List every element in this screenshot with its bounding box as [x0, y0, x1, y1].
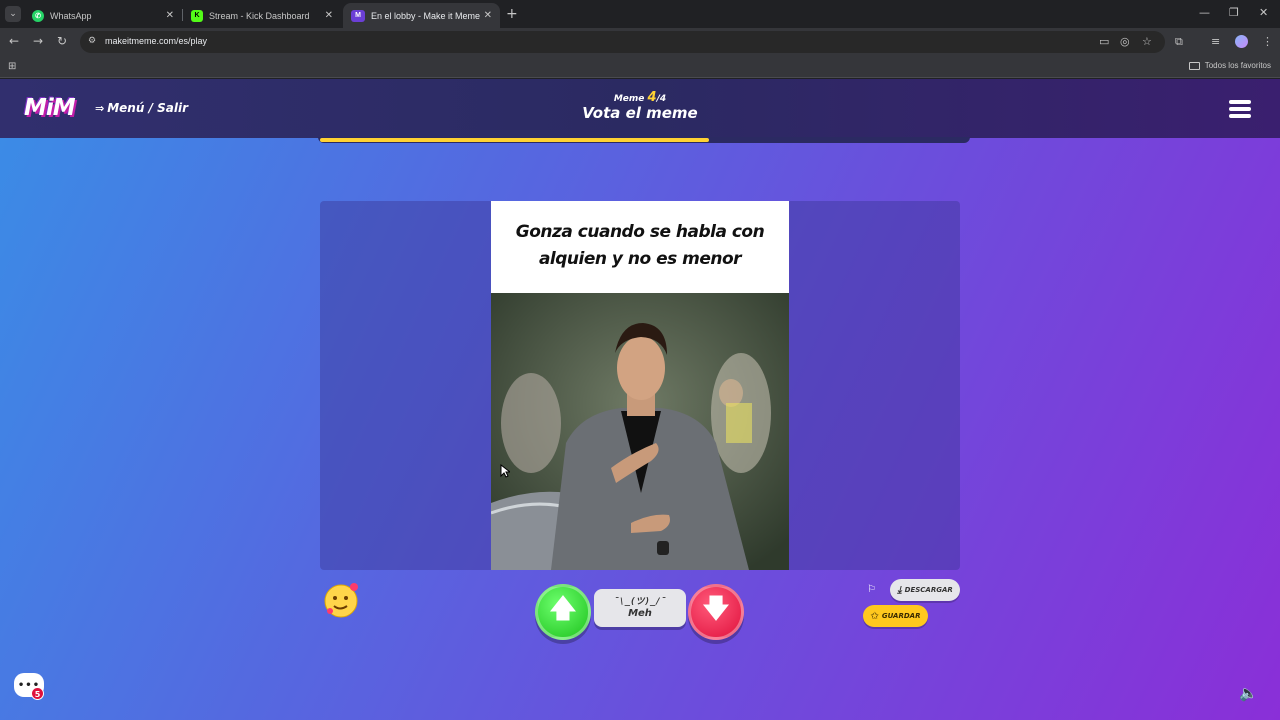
arrow-up-icon: 🡅	[549, 594, 577, 624]
all-bookmarks[interactable]: Todos los favoritos	[1188, 61, 1271, 70]
vote-timer-fill	[320, 138, 709, 142]
download-button[interactable]: ⤓ DESCARGAR	[890, 579, 960, 601]
close-icon[interactable]: ✕	[484, 10, 492, 21]
menu-exit-label: Menú / Salir	[107, 101, 189, 115]
emoji-reaction-icon[interactable]	[323, 581, 361, 619]
forward-icon[interactable]: →	[33, 34, 43, 48]
folder-icon	[1188, 61, 1200, 70]
tab-makeitmeme[interactable]: M En el lobby - Make it Meme ✕	[343, 3, 500, 28]
apps-grid-icon[interactable]: ⊞	[8, 61, 16, 72]
mim-logo[interactable]: MiM	[24, 95, 76, 121]
bookmark-star-icon[interactable]: ☆	[1142, 35, 1152, 48]
tab-search-icon[interactable]: ⌄	[5, 6, 21, 22]
shrug-text: ¯\_(ツ)_/¯	[613, 597, 667, 607]
profile-avatar[interactable]	[1235, 35, 1248, 48]
tab-title: WhatsApp	[50, 10, 92, 21]
close-icon[interactable]: ✕	[325, 10, 333, 21]
upvote-button[interactable]: 🡅	[535, 584, 591, 640]
report-flag-icon[interactable]: ⚐	[867, 584, 876, 595]
vote-timer-bar	[318, 137, 970, 143]
hamburger-menu-icon[interactable]	[1229, 100, 1251, 118]
eye-off-icon[interactable]: ◎	[1120, 35, 1130, 48]
round-counter: Meme 4/4	[540, 90, 740, 105]
round-current: 4	[647, 90, 657, 105]
restore-icon[interactable]: ❐	[1229, 6, 1239, 19]
tab-whatsapp[interactable]: ✆ WhatsApp ✕	[24, 3, 182, 28]
tab-title: En el lobby - Make it Meme	[371, 10, 481, 21]
round-total: /4	[656, 94, 667, 104]
meme-photo	[491, 293, 789, 570]
meme-card: Gonza cuando se habla con alquien y no e…	[320, 201, 960, 570]
round-prefix: Meme	[613, 94, 645, 104]
meme-caption: Gonza cuando se habla con alquien y no e…	[515, 222, 765, 269]
meh-button[interactable]: ¯\_(ツ)_/¯ Meh	[594, 589, 686, 627]
download-label: DESCARGAR	[904, 586, 953, 594]
reload-icon[interactable]: ↻	[57, 34, 67, 48]
all-bookmarks-label: Todos los favoritos	[1204, 61, 1271, 70]
close-icon[interactable]: ✕	[166, 10, 174, 21]
downvote-button[interactable]: 🡇	[688, 584, 744, 640]
round-info: Meme 4/4 Vota el meme	[540, 90, 740, 122]
star-icon: ✩	[870, 610, 879, 622]
vote-controls: 🡅 ¯\_(ツ)_/¯ Meh 🡇	[535, 584, 745, 644]
whatsapp-icon: ✆	[32, 9, 44, 22]
game-header: MiM ⇒ Menú / Salir Meme 4/4 Vota el meme	[0, 79, 1280, 138]
chat-button[interactable]: ••• 5	[14, 673, 46, 703]
meme-image: Gonza cuando se habla con alquien y no e…	[491, 201, 789, 570]
mouse-cursor-icon	[500, 464, 510, 478]
media-icon[interactable]: ≡	[1211, 35, 1220, 48]
url-text[interactable]: makeitmeme.com/es/play	[105, 36, 207, 46]
back-icon[interactable]: ←	[9, 34, 19, 48]
bookmarks-bar: ⊞ Todos los favoritos	[0, 56, 1280, 78]
arrow-down-icon: 🡇	[702, 594, 730, 624]
address-bar[interactable]: ⚙ makeitmeme.com/es/play	[80, 31, 1165, 53]
save-label: GUARDAR	[881, 612, 921, 620]
new-tab-icon[interactable]: +	[506, 6, 518, 22]
more-menu-icon[interactable]: ⋮	[1262, 35, 1273, 48]
kick-icon: K	[191, 9, 203, 22]
tab-title: Stream - Kick Dashboard	[209, 10, 310, 21]
minimize-icon[interactable]: —	[1199, 6, 1210, 19]
tab-kick[interactable]: K Stream - Kick Dashboard ✕	[183, 3, 341, 28]
page-title: Vota el meme	[582, 104, 698, 122]
sound-icon[interactable]: 🔈	[1239, 684, 1258, 702]
browser-toolbar: ← → ↻ ⚙ makeitmeme.com/es/play ▭ ◎ ☆ ⧉ ≡…	[0, 28, 1280, 56]
chat-unread-badge: 5	[31, 687, 44, 700]
meh-label: Meh	[628, 608, 652, 619]
site-settings-icon[interactable]: ⚙	[88, 36, 98, 46]
extensions-icon[interactable]: ⧉	[1175, 35, 1183, 49]
save-button[interactable]: ✩ GUARDAR	[863, 605, 928, 627]
download-icon: ⤓	[897, 584, 902, 596]
window-close-icon[interactable]: ✕	[1259, 6, 1268, 19]
install-app-icon[interactable]: ▭	[1099, 35, 1109, 48]
browser-tabbar: ⌄ ✆ WhatsApp ✕ K Stream - Kick Dashboard…	[0, 0, 1280, 28]
menu-exit-button[interactable]: ⇒ Menú / Salir	[95, 101, 188, 115]
mim-favicon-icon: M	[351, 9, 365, 22]
exit-icon: ⇒	[95, 102, 105, 115]
game-page: MiM ⇒ Menú / Salir Meme 4/4 Vota el meme …	[0, 79, 1280, 720]
